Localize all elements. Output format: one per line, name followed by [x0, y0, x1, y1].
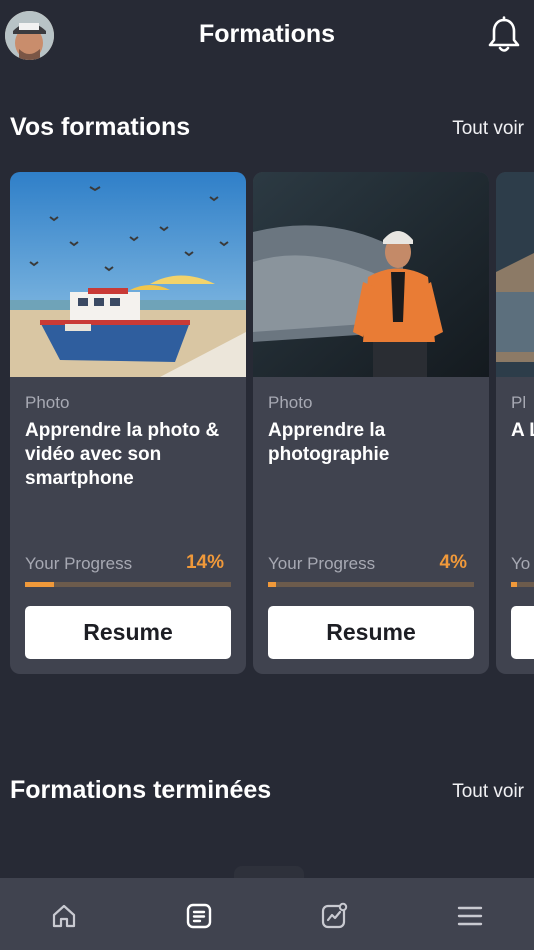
section-title-finished: Formations terminées	[10, 776, 272, 804]
bell-icon[interactable]	[486, 16, 522, 54]
resume-button[interactable]: Resume	[268, 606, 474, 659]
courses-carousel[interactable]: Photo Apprendre la photo & vidéo avec so…	[0, 172, 534, 676]
course-category: Pl	[511, 393, 527, 412]
course-title: A Li	[511, 420, 534, 441]
see-all-ongoing-link[interactable]: Tout voir	[452, 118, 524, 140]
progress-label: Your Progress	[268, 554, 376, 573]
tab-menu[interactable]	[450, 896, 490, 936]
course-title: Apprendre la photo & vidéo avec son smar…	[25, 420, 220, 489]
bottom-tab-bar	[0, 878, 534, 950]
see-all-finished-link[interactable]: Tout voir	[452, 781, 524, 803]
progress-bar-fill	[511, 582, 518, 587]
course-thumbnail	[253, 172, 489, 377]
page-title: Formations	[198, 20, 336, 48]
progress-bar-fill	[25, 582, 54, 587]
progress-bar	[268, 582, 474, 587]
tab-courses[interactable]	[179, 896, 219, 936]
progress-bar-fill	[268, 582, 277, 587]
course-category: Photo	[25, 393, 70, 412]
progress-label: Yo	[511, 554, 531, 573]
empty-state-illustration	[234, 866, 304, 878]
course-category: Photo	[268, 393, 313, 412]
progress-percent: 14%	[185, 552, 224, 573]
tab-home[interactable]	[44, 896, 84, 936]
course-thumbnail	[496, 172, 534, 377]
section-title-ongoing: Vos formations	[10, 113, 191, 141]
tab-stats[interactable]	[314, 896, 354, 936]
course-card[interactable]: Pl A Li Yo	[496, 172, 534, 674]
course-thumbnail	[10, 172, 246, 377]
chart-icon	[321, 902, 348, 929]
progress-label: Your Progress	[25, 554, 133, 573]
hamburger-icon	[457, 906, 483, 926]
progress-bar	[25, 582, 231, 587]
document-icon	[186, 903, 212, 929]
progress-percent: 4%	[439, 552, 467, 573]
course-title: Apprendre la photographie	[268, 420, 390, 465]
course-card[interactable]: Photo Apprendre la photographie Your Pro…	[253, 172, 489, 674]
resume-button[interactable]: Resume	[25, 606, 231, 659]
home-icon	[52, 904, 76, 928]
app-header: Formations	[0, 0, 534, 75]
resume-button[interactable]	[511, 606, 534, 659]
progress-bar	[511, 582, 534, 587]
course-card[interactable]: Photo Apprendre la photo & vidéo avec so…	[10, 172, 246, 674]
